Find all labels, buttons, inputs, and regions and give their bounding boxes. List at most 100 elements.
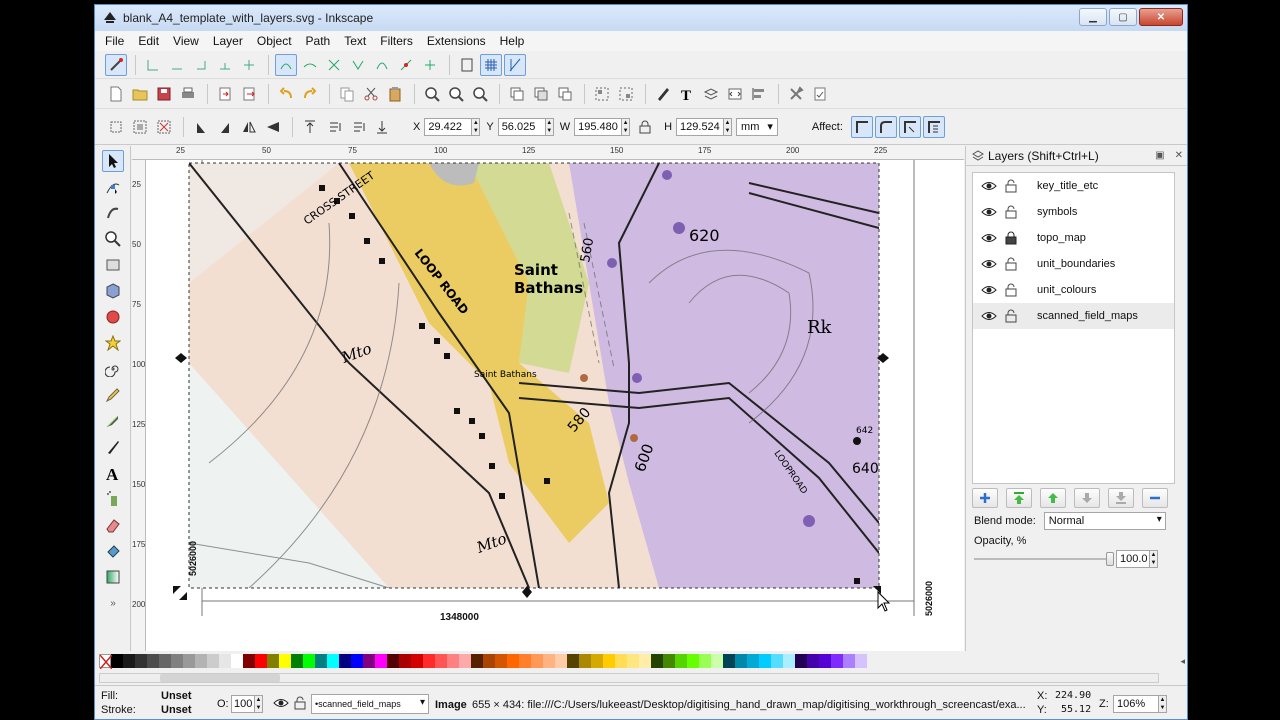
w-input[interactable]: 195.480 bbox=[574, 117, 623, 136]
eye-icon[interactable] bbox=[981, 181, 997, 191]
rectangle-tool[interactable] bbox=[102, 254, 124, 276]
layer-row[interactable]: symbols bbox=[973, 199, 1174, 225]
node-tool[interactable] bbox=[102, 176, 124, 198]
opacity-input[interactable]: 100.0 bbox=[1116, 550, 1150, 568]
panel-iconify-button[interactable]: ▣ bbox=[1155, 150, 1164, 161]
color-swatch[interactable] bbox=[375, 654, 387, 668]
eye-icon[interactable] bbox=[273, 698, 289, 708]
color-swatch[interactable] bbox=[543, 654, 555, 668]
menu-help[interactable]: Help bbox=[500, 34, 525, 48]
ungroup-button[interactable] bbox=[615, 83, 637, 105]
color-swatch[interactable] bbox=[303, 654, 315, 668]
fill-stroke-button[interactable] bbox=[652, 83, 674, 105]
opacity-slider[interactable] bbox=[974, 552, 1114, 566]
color-swatch[interactable] bbox=[711, 654, 723, 668]
raise-button[interactable] bbox=[323, 116, 345, 138]
color-swatch[interactable] bbox=[759, 654, 771, 668]
zoom-input[interactable]: 106% bbox=[1113, 695, 1159, 713]
color-swatch[interactable] bbox=[435, 654, 447, 668]
duplicate-button[interactable] bbox=[506, 83, 528, 105]
unlocked-icon[interactable] bbox=[1005, 283, 1019, 297]
open-button[interactable] bbox=[129, 83, 151, 105]
zoom-selection-button[interactable] bbox=[421, 83, 443, 105]
close-button[interactable]: ✕ bbox=[1139, 8, 1183, 26]
menu-file[interactable]: File bbox=[105, 34, 124, 48]
select-all-button[interactable] bbox=[105, 116, 127, 138]
pencil-tool[interactable] bbox=[102, 384, 124, 406]
unlocked-icon[interactable] bbox=[1005, 205, 1019, 219]
color-swatch[interactable] bbox=[603, 654, 615, 668]
color-swatch[interactable] bbox=[195, 654, 207, 668]
color-swatch[interactable] bbox=[771, 654, 783, 668]
import-button[interactable] bbox=[214, 83, 236, 105]
paint-bucket-tool[interactable] bbox=[102, 540, 124, 562]
align-distribute-button[interactable] bbox=[748, 83, 770, 105]
scrollbar-thumb[interactable] bbox=[160, 674, 280, 682]
preferences-button[interactable] bbox=[785, 83, 807, 105]
color-swatch[interactable] bbox=[267, 654, 279, 668]
snap-guides-button[interactable] bbox=[504, 53, 526, 76]
print-button[interactable] bbox=[177, 83, 199, 105]
text-tool[interactable]: A bbox=[102, 462, 124, 484]
minimize-button[interactable]: ▁ bbox=[1079, 8, 1107, 26]
h-spin[interactable]: ▲ ▼ bbox=[724, 117, 733, 136]
w-spin[interactable]: ▲ ▼ bbox=[622, 117, 631, 136]
snap-midpoints-button[interactable] bbox=[395, 54, 417, 76]
snap-paths-button[interactable] bbox=[299, 54, 321, 76]
color-swatch[interactable] bbox=[159, 654, 171, 668]
xml-editor-button[interactable] bbox=[724, 83, 746, 105]
cut-button[interactable] bbox=[360, 83, 382, 105]
export-button[interactable] bbox=[238, 83, 260, 105]
locked-icon[interactable] bbox=[1005, 231, 1019, 245]
color-swatch[interactable] bbox=[423, 654, 435, 668]
color-swatch[interactable] bbox=[459, 654, 471, 668]
opacity-status-input[interactable]: 100 bbox=[231, 695, 255, 713]
layer-row[interactable]: unit_boundaries bbox=[973, 251, 1174, 277]
add-layer-button[interactable] bbox=[972, 488, 998, 508]
opacity-spin[interactable]: ▲ ▼ bbox=[1150, 550, 1158, 568]
color-swatch[interactable] bbox=[843, 654, 855, 668]
eye-icon[interactable] bbox=[981, 285, 997, 295]
snap-bbox-button[interactable] bbox=[142, 54, 164, 76]
color-swatch[interactable] bbox=[627, 654, 639, 668]
unlocked-icon[interactable] bbox=[1005, 257, 1019, 271]
color-swatch[interactable] bbox=[783, 654, 795, 668]
flip-vertical-button[interactable] bbox=[262, 116, 284, 138]
affect-rounded-corners-button[interactable] bbox=[874, 115, 897, 138]
color-swatch[interactable] bbox=[255, 654, 267, 668]
color-swatch[interactable] bbox=[531, 654, 543, 668]
color-swatch[interactable] bbox=[699, 654, 711, 668]
star-tool[interactable] bbox=[102, 332, 124, 354]
paste-button[interactable] bbox=[384, 83, 406, 105]
affect-stroke-width-button[interactable] bbox=[850, 115, 873, 138]
spiral-tool[interactable] bbox=[102, 358, 124, 380]
layer-row-selected[interactable]: scanned_field_maps bbox=[973, 303, 1174, 329]
unlocked-icon[interactable] bbox=[1005, 179, 1019, 193]
layer-lower-button[interactable] bbox=[1074, 488, 1100, 508]
layer-to-top-button[interactable] bbox=[1006, 488, 1032, 508]
fill-value[interactable]: Unset bbox=[161, 690, 192, 702]
save-button[interactable] bbox=[153, 83, 175, 105]
eye-icon[interactable] bbox=[981, 233, 997, 243]
snap-smooth-button[interactable] bbox=[371, 54, 393, 76]
canvas[interactable]: 25 50 75 100 125 150 175 200 225 25 50 7… bbox=[132, 146, 964, 651]
deselect-button[interactable] bbox=[153, 116, 175, 138]
snap-toggle-button[interactable] bbox=[105, 53, 127, 76]
color-swatch[interactable] bbox=[555, 654, 567, 668]
title-bar[interactable]: blank_A4_template_with_layers.svg - Inks… bbox=[95, 5, 1187, 31]
color-swatch[interactable] bbox=[579, 654, 591, 668]
color-swatch[interactable] bbox=[819, 654, 831, 668]
color-swatch[interactable] bbox=[723, 654, 735, 668]
color-swatch[interactable] bbox=[675, 654, 687, 668]
opacity-slider-thumb[interactable] bbox=[1106, 552, 1114, 566]
document-properties-button[interactable] bbox=[809, 83, 831, 105]
snap-grid-button[interactable] bbox=[480, 53, 502, 76]
color-swatch[interactable] bbox=[327, 654, 339, 668]
color-swatch[interactable] bbox=[111, 654, 123, 668]
color-swatch[interactable] bbox=[291, 654, 303, 668]
blend-mode-select[interactable]: Normal bbox=[1043, 512, 1166, 530]
group-button[interactable] bbox=[591, 83, 613, 105]
redo-button[interactable] bbox=[299, 83, 321, 105]
color-swatch[interactable] bbox=[795, 654, 807, 668]
menu-text[interactable]: Text bbox=[344, 34, 366, 48]
